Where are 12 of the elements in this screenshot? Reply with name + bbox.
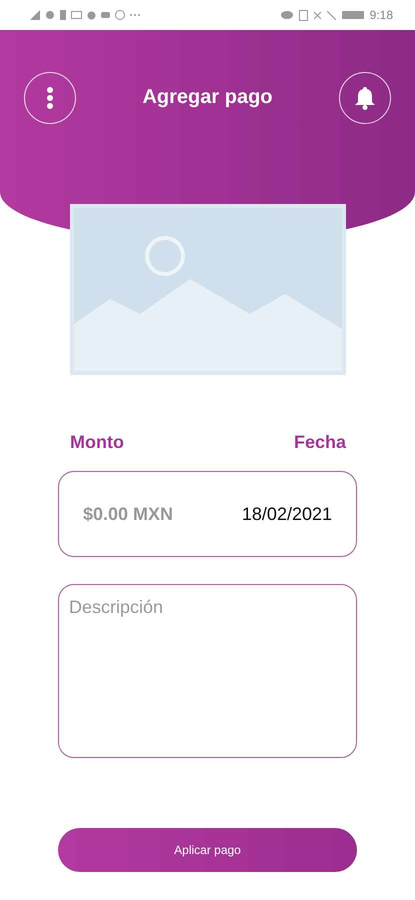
notifications-button[interactable] <box>339 72 391 124</box>
bell-icon <box>354 86 376 110</box>
amount-label: Monto <box>70 432 124 453</box>
status-time: 9:18 <box>370 8 393 22</box>
menu-icon <box>47 87 53 109</box>
date-label: Fecha <box>294 432 346 453</box>
menu-button[interactable] <box>24 72 76 124</box>
amount-field[interactable]: $0.00 MXN <box>81 502 205 526</box>
apply-payment-button[interactable]: Aplicar pago <box>58 828 357 872</box>
date-field[interactable]: 18/02/2021 <box>215 502 334 526</box>
page-title: Agregar pago <box>142 86 273 109</box>
description-field[interactable]: Descripción <box>58 584 357 758</box>
